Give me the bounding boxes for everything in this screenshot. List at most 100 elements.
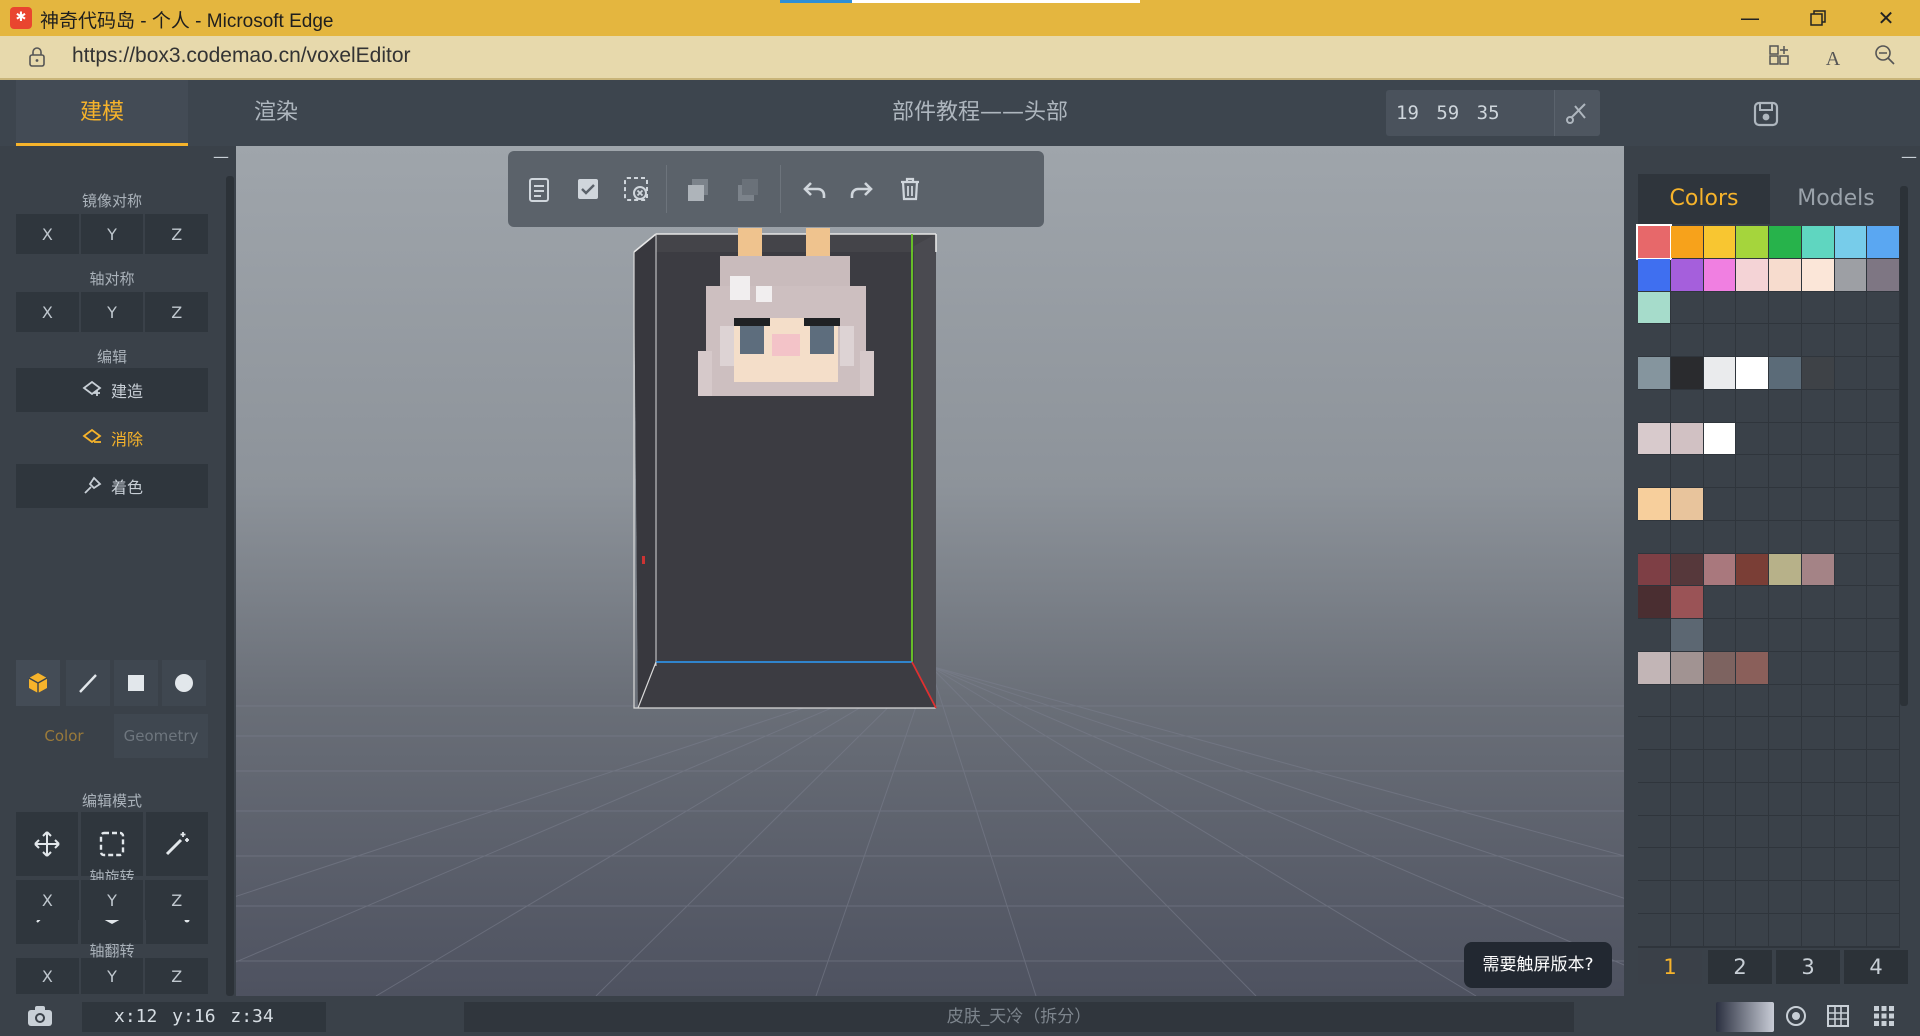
grid-toggle-icon[interactable] — [1826, 1004, 1850, 1028]
touch-version-prompt[interactable]: 需要触屏版本? — [1464, 942, 1612, 988]
empty-swatch[interactable] — [1834, 684, 1867, 717]
empty-swatch[interactable] — [1638, 848, 1670, 880]
empty-swatch[interactable] — [1867, 455, 1899, 487]
color-swatch[interactable] — [1638, 258, 1670, 291]
palette-page-2[interactable]: 2 — [1708, 950, 1772, 984]
empty-swatch[interactable] — [1834, 488, 1867, 520]
empty-swatch[interactable] — [1736, 782, 1768, 815]
empty-swatch[interactable] — [1834, 750, 1867, 782]
tab-colors[interactable]: Colors — [1638, 174, 1770, 224]
color-swatch[interactable] — [1638, 357, 1670, 389]
empty-swatch[interactable] — [1670, 815, 1703, 848]
empty-swatch[interactable] — [1834, 782, 1867, 815]
3d-viewport[interactable] — [236, 146, 1624, 996]
color-swatch[interactable] — [1801, 258, 1834, 291]
color-swatch[interactable] — [1801, 357, 1834, 389]
empty-swatch[interactable] — [1670, 684, 1703, 717]
empty-swatch[interactable] — [1703, 717, 1736, 749]
rotate-z-button[interactable]: Z — [145, 880, 209, 920]
empty-swatch[interactable] — [1670, 324, 1703, 356]
empty-swatch[interactable] — [1801, 750, 1834, 782]
empty-swatch[interactable] — [1670, 913, 1703, 946]
empty-swatch[interactable] — [1834, 651, 1867, 684]
empty-swatch[interactable] — [1670, 455, 1703, 487]
url-field[interactable]: https://box3.codemao.cn/voxelEditor — [72, 44, 411, 68]
empty-swatch[interactable] — [1867, 488, 1899, 520]
save-icon[interactable] — [1752, 100, 1780, 128]
flip-x-button[interactable]: X — [16, 958, 79, 994]
empty-swatch[interactable] — [1801, 881, 1834, 913]
empty-swatch[interactable] — [1638, 717, 1670, 749]
empty-swatch[interactable] — [1769, 717, 1801, 749]
color-swatch[interactable] — [1670, 258, 1703, 291]
empty-swatch[interactable] — [1703, 586, 1736, 618]
build-button[interactable]: 建造 — [16, 368, 208, 412]
color-swatch[interactable] — [1670, 357, 1703, 389]
empty-swatch[interactable] — [1736, 422, 1768, 455]
empty-swatch[interactable] — [1801, 782, 1834, 815]
empty-swatch[interactable] — [1867, 750, 1899, 782]
empty-swatch[interactable] — [1638, 455, 1670, 487]
empty-swatch[interactable] — [1769, 389, 1801, 422]
empty-swatch[interactable] — [1736, 520, 1768, 553]
empty-swatch[interactable] — [1769, 619, 1801, 651]
brush-circle-button[interactable] — [162, 660, 206, 706]
empty-swatch[interactable] — [1703, 455, 1736, 487]
empty-swatch[interactable] — [1867, 848, 1899, 880]
empty-swatch[interactable] — [1703, 881, 1736, 913]
empty-swatch[interactable] — [1638, 684, 1670, 717]
color-swatch[interactable] — [1670, 619, 1703, 651]
empty-swatch[interactable] — [1638, 389, 1670, 422]
close-window-button[interactable]: ✕ — [1852, 0, 1920, 36]
tab-modeling[interactable]: 建模 — [16, 80, 188, 146]
color-swatch[interactable] — [1670, 226, 1703, 258]
empty-swatch[interactable] — [1769, 913, 1801, 946]
empty-swatch[interactable] — [1638, 881, 1670, 913]
tab-models[interactable]: Models — [1772, 174, 1900, 224]
minimize-button[interactable]: — — [1716, 0, 1784, 36]
color-swatch[interactable] — [1801, 553, 1834, 586]
empty-swatch[interactable] — [1834, 848, 1867, 880]
empty-swatch[interactable] — [1769, 586, 1801, 618]
deselect-icon[interactable] — [618, 171, 654, 207]
empty-swatch[interactable] — [1867, 324, 1899, 356]
empty-swatch[interactable] — [1801, 684, 1834, 717]
color-swatch[interactable] — [1638, 553, 1670, 586]
empty-swatch[interactable] — [1867, 717, 1899, 749]
paint-button[interactable]: 着色 — [16, 464, 208, 508]
palette-scrollbar[interactable] — [1900, 186, 1908, 706]
empty-swatch[interactable] — [1801, 913, 1834, 946]
empty-swatch[interactable] — [1867, 651, 1899, 684]
color-swatch[interactable] — [1638, 651, 1670, 684]
paste-icon[interactable] — [570, 171, 606, 207]
empty-swatch[interactable] — [1638, 913, 1670, 946]
read-aloud-button[interactable]: A — [1818, 44, 1848, 72]
brush-line-button[interactable] — [66, 660, 110, 706]
empty-swatch[interactable] — [1834, 553, 1867, 586]
empty-swatch[interactable] — [1769, 684, 1801, 717]
empty-swatch[interactable] — [1703, 488, 1736, 520]
empty-swatch[interactable] — [1769, 815, 1801, 848]
brush-voxel-button[interactable] — [16, 660, 60, 706]
maximize-button[interactable] — [1784, 0, 1852, 36]
palette-page-1[interactable]: 1 — [1638, 950, 1702, 984]
color-swatch[interactable] — [1736, 226, 1768, 258]
empty-swatch[interactable] — [1834, 422, 1867, 455]
color-swatch[interactable] — [1867, 226, 1899, 258]
empty-swatch[interactable] — [1834, 717, 1867, 749]
color-swatch[interactable] — [1736, 651, 1768, 684]
empty-swatch[interactable] — [1736, 684, 1768, 717]
mirror-y-button[interactable]: Y — [80, 214, 144, 254]
color-swatch[interactable] — [1834, 226, 1867, 258]
empty-swatch[interactable] — [1670, 848, 1703, 880]
brush-square-button[interactable] — [114, 660, 158, 706]
color-swatch[interactable] — [1834, 258, 1867, 291]
empty-swatch[interactable] — [1801, 586, 1834, 618]
empty-swatch[interactable] — [1736, 488, 1768, 520]
empty-swatch[interactable] — [1867, 782, 1899, 815]
color-swatch[interactable] — [1769, 553, 1801, 586]
empty-swatch[interactable] — [1769, 782, 1801, 815]
empty-swatch[interactable] — [1703, 389, 1736, 422]
empty-swatch[interactable] — [1867, 389, 1899, 422]
palette-page-3[interactable]: 3 — [1776, 950, 1840, 984]
